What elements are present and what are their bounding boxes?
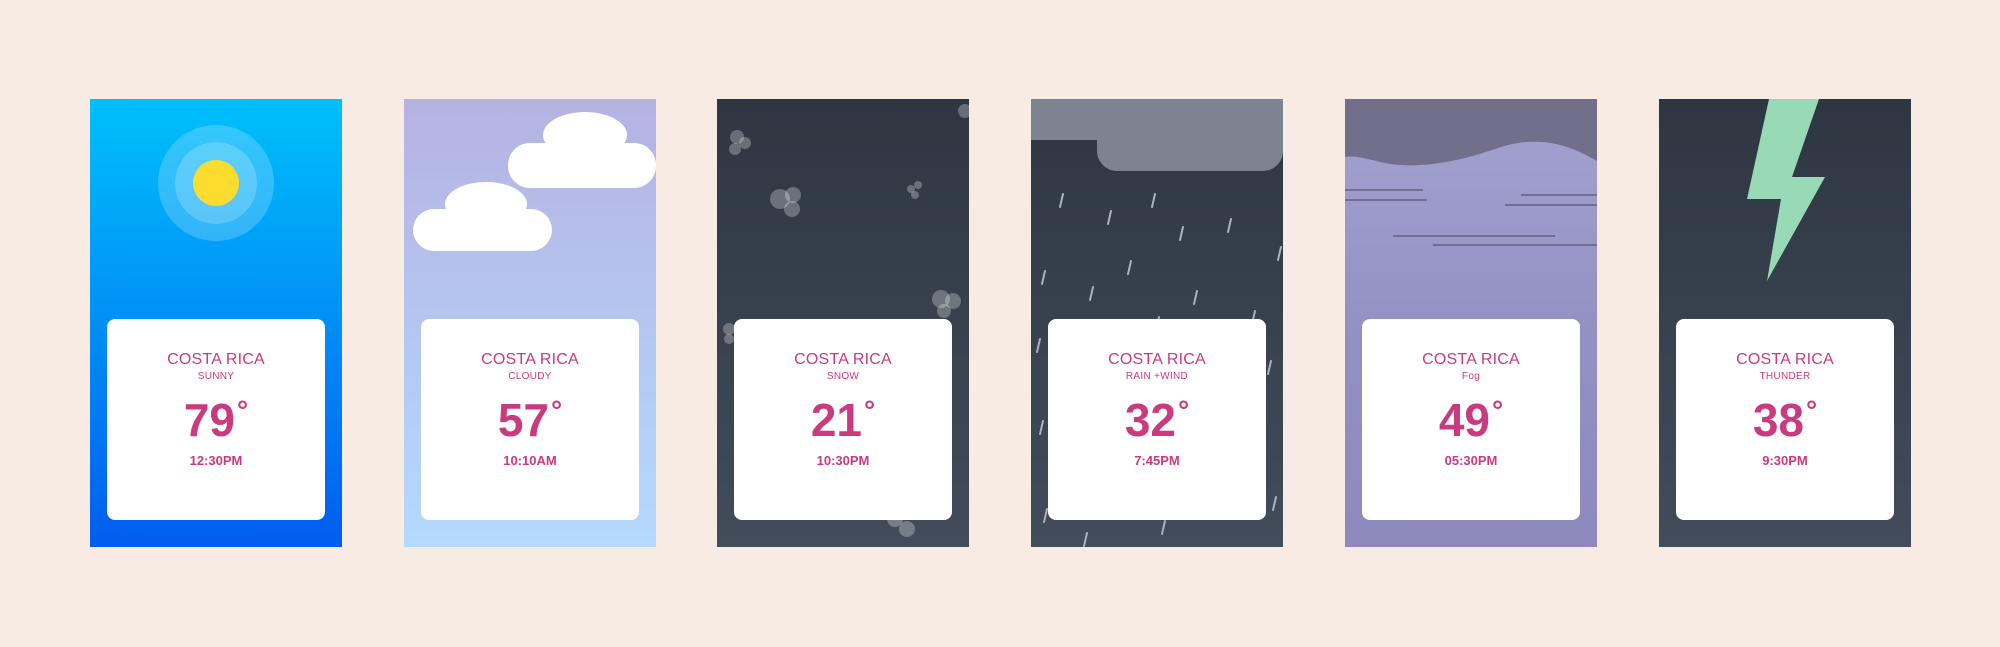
temperature-number: 32 bbox=[1124, 394, 1176, 446]
weather-card-fog[interactable]: COSTA RICA Fog 49° 05:30PM bbox=[1345, 99, 1597, 547]
city-label: COSTA RICA bbox=[1736, 351, 1834, 368]
weather-card-snow[interactable]: COSTA RICA SNOW 21° 10:30PM bbox=[717, 99, 969, 547]
weather-info-panel: COSTA RICA THUNDER 38° 9:30PM bbox=[1676, 319, 1894, 520]
temperature-value: 38° bbox=[1676, 383, 1894, 448]
temperature-number: 57 bbox=[497, 394, 549, 446]
temperature-value: 49° bbox=[1362, 383, 1580, 448]
degree-symbol: ° bbox=[550, 395, 563, 426]
weather-info-panel: COSTA RICA SUNNY 79° 12:30PM bbox=[107, 319, 325, 520]
city-label: COSTA RICA bbox=[481, 351, 579, 368]
degree-symbol: ° bbox=[236, 395, 249, 426]
condition-label: SUNNY bbox=[197, 371, 235, 382]
condition-label: CLOUDY bbox=[508, 371, 552, 382]
time-label: 05:30PM bbox=[1444, 453, 1498, 468]
weather-info-panel: COSTA RICA CLOUDY 57° 10:10AM bbox=[421, 319, 639, 520]
degree-symbol: ° bbox=[1177, 395, 1190, 426]
degree-symbol: ° bbox=[1805, 395, 1818, 426]
weather-card-thunder[interactable]: COSTA RICA THUNDER 38° 9:30PM bbox=[1659, 99, 1911, 547]
weather-card-sunny[interactable]: COSTA RICA SUNNY 79° 12:30PM bbox=[90, 99, 342, 547]
sun-icon bbox=[158, 125, 274, 241]
city-label: COSTA RICA bbox=[167, 351, 265, 368]
temperature-number: 49 bbox=[1438, 394, 1490, 446]
temperature-number: 38 bbox=[1752, 394, 1804, 446]
time-label: 12:30PM bbox=[189, 453, 243, 468]
temperature-value: 32° bbox=[1048, 383, 1266, 448]
temperature-number: 21 bbox=[810, 394, 862, 446]
weather-card-cloudy[interactable]: COSTA RICA CLOUDY 57° 10:10AM bbox=[404, 99, 656, 547]
temperature-value: 21° bbox=[734, 383, 952, 448]
condition-label: Fog bbox=[1461, 371, 1481, 382]
time-label: 10:30PM bbox=[816, 453, 870, 468]
city-label: COSTA RICA bbox=[1108, 351, 1206, 368]
degree-symbol: ° bbox=[1491, 395, 1504, 426]
time-label: 10:10AM bbox=[503, 453, 557, 468]
temperature-value: 79° bbox=[107, 383, 325, 448]
city-label: COSTA RICA bbox=[1422, 351, 1520, 368]
condition-label: SNOW bbox=[826, 371, 860, 382]
degree-symbol: ° bbox=[863, 395, 876, 426]
weather-info-panel: COSTA RICA RAIN +WIND 32° 7:45PM bbox=[1048, 319, 1266, 520]
weather-info-panel: COSTA RICA SNOW 21° 10:30PM bbox=[734, 319, 952, 520]
weather-info-panel: COSTA RICA Fog 49° 05:30PM bbox=[1362, 319, 1580, 520]
temperature-value: 57° bbox=[421, 383, 639, 448]
condition-label: THUNDER bbox=[1759, 371, 1811, 382]
condition-label: RAIN +WIND bbox=[1125, 371, 1189, 382]
time-label: 9:30PM bbox=[1762, 453, 1808, 468]
weather-card-rain-wind[interactable]: COSTA RICA RAIN +WIND 32° 7:45PM bbox=[1031, 99, 1283, 547]
temperature-number: 79 bbox=[183, 394, 235, 446]
time-label: 7:45PM bbox=[1134, 453, 1180, 468]
city-label: COSTA RICA bbox=[794, 351, 892, 368]
